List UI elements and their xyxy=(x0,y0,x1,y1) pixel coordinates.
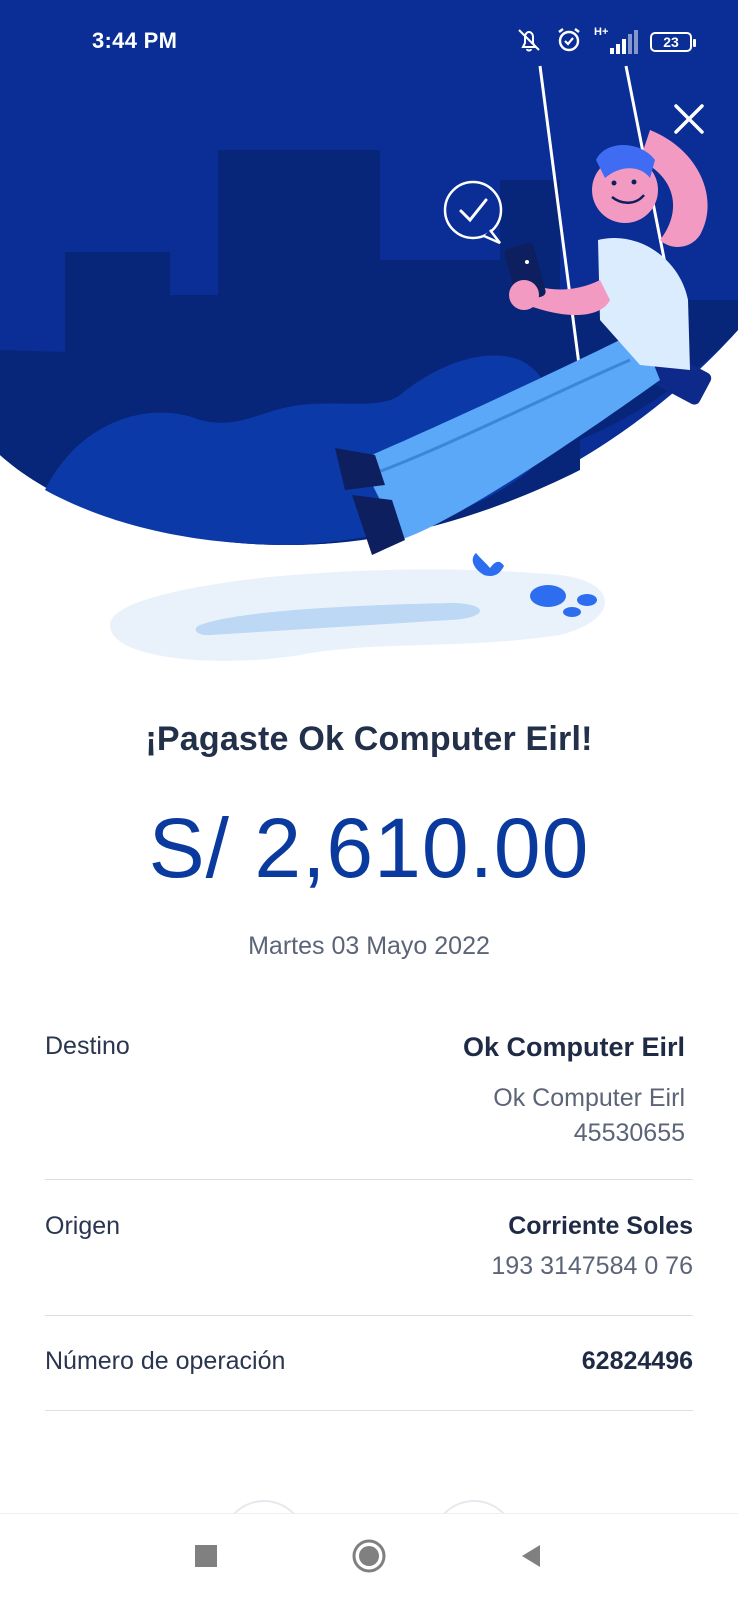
battery-icon: 23 xyxy=(650,32,696,52)
status-time: 3:44 PM xyxy=(92,28,178,53)
origen-label: Origen xyxy=(45,1212,121,1240)
operacion-label: Número de operación xyxy=(45,1347,286,1375)
destino-label: Destino xyxy=(45,1032,130,1060)
close-icon xyxy=(674,104,704,134)
status-icons: H+ 23 xyxy=(514,25,696,60)
destino-row: Destino Ok Computer Eirl Ok Computer Eir… xyxy=(45,1032,693,1152)
battery-level: 23 xyxy=(663,34,679,50)
home-icon xyxy=(352,1539,386,1573)
destino-name: Ok Computer Eirl xyxy=(462,1032,685,1062)
origen-row: Origen Corriente Soles 193 3147584 0 76 xyxy=(45,1212,693,1292)
back-button[interactable] xyxy=(509,1534,553,1578)
mute-icon xyxy=(514,25,544,60)
payment-date: Martes 03 Mayo 2022 xyxy=(248,932,490,960)
divider xyxy=(45,1179,693,1180)
back-icon xyxy=(522,1545,540,1567)
operacion-row: Número de operación 62824496 xyxy=(45,1347,693,1387)
home-button[interactable] xyxy=(347,1534,391,1578)
signal-icon: H+ xyxy=(594,26,640,56)
origen-account-number: 193 3147584 0 76 xyxy=(491,1252,693,1280)
system-nav-bar xyxy=(0,1513,738,1601)
destino-subname: Ok Computer Eirl xyxy=(493,1084,685,1112)
destino-number: 45530655 xyxy=(573,1119,685,1147)
status-bar: 3:44 PM H+ 23 xyxy=(0,0,738,86)
divider xyxy=(45,1315,693,1316)
close-button[interactable] xyxy=(668,98,710,140)
operacion-number: 62824496 xyxy=(581,1347,693,1375)
hero-illustration xyxy=(0,0,738,700)
payment-title: ¡Pagaste Ok Computer Eirl! xyxy=(145,720,593,758)
divider xyxy=(45,1410,693,1411)
recents-button[interactable] xyxy=(184,1534,228,1578)
payment-amount: S/ 2,610.00 xyxy=(148,801,590,895)
alarm-icon xyxy=(554,25,584,60)
origen-account-type: Corriente Soles xyxy=(508,1212,693,1240)
recents-icon xyxy=(195,1545,217,1567)
